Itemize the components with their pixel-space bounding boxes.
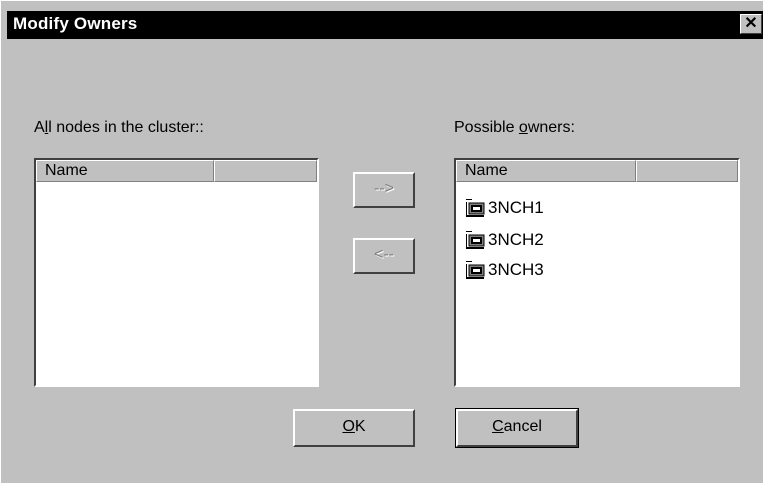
column-header-name[interactable]: Name xyxy=(36,160,214,182)
cluster-node-icon xyxy=(464,259,486,281)
node-name: 3NCH2 xyxy=(488,230,544,249)
cluster-node-icon xyxy=(464,229,486,251)
list-item[interactable]: 3NCH2 xyxy=(464,228,544,252)
node-name: 3NCH3 xyxy=(488,260,544,279)
cluster-node-icon xyxy=(464,197,486,219)
title-bar[interactable]: Modify Owners ✕ xyxy=(7,11,763,39)
list-item[interactable]: 3NCH1 xyxy=(464,196,544,220)
column-header-blank[interactable] xyxy=(214,160,317,182)
node-name: 3NCH1 xyxy=(488,198,544,217)
list-item[interactable]: 3NCH3 xyxy=(464,258,544,282)
cancel-button[interactable]: Cancel xyxy=(455,408,579,448)
all-nodes-label: All nodes in the cluster:: xyxy=(34,119,204,136)
column-header-blank[interactable] xyxy=(636,160,738,182)
possible-owners-label: Possible owners: xyxy=(454,119,575,136)
close-icon: ✕ xyxy=(744,15,758,32)
possible-owners-list[interactable]: Name 3NCH1 3NCH2 3NCH3 xyxy=(454,158,740,387)
window-title: Modify Owners xyxy=(13,14,138,33)
ok-button[interactable]: OK xyxy=(293,409,415,447)
all-nodes-list[interactable]: Name xyxy=(34,158,319,387)
close-button[interactable]: ✕ xyxy=(740,14,762,34)
add-owner-button[interactable]: --> xyxy=(353,172,415,208)
modify-owners-dialog: Modify Owners ✕ All nodes in the cluster… xyxy=(0,0,763,483)
remove-owner-button[interactable]: <-- xyxy=(353,238,415,274)
column-header-name[interactable]: Name xyxy=(456,160,636,182)
